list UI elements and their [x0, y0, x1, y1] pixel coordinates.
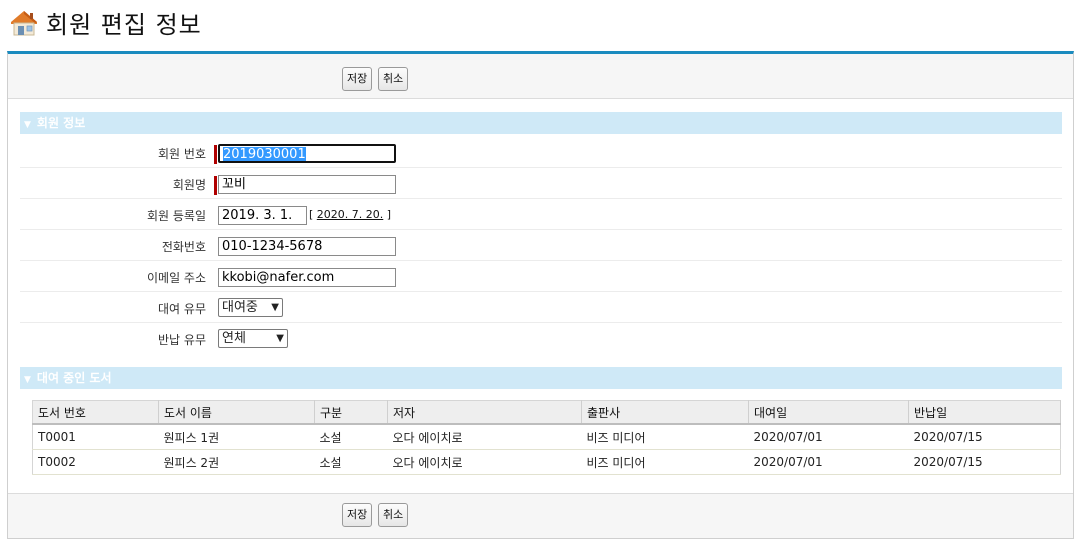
return-select[interactable]: 연체 ▼ [218, 329, 288, 348]
save-button[interactable]: 저장 [342, 503, 373, 527]
name-row: 회원명 꼬비 [20, 168, 1062, 199]
reg-date-input[interactable]: 2019. 3. 1. [218, 206, 307, 225]
house-icon [11, 11, 37, 36]
column-header[interactable]: 도서 번호 [32, 400, 159, 425]
reg-date-label: 회원 등록일 [146, 209, 206, 223]
cell-return-date: 2020/07/15 [908, 424, 1061, 450]
collapse-triangle-icon: ▼ [24, 120, 31, 130]
return-label: 반납 유무 [158, 333, 206, 347]
cell-book-name: 원피스 2권 [158, 449, 315, 475]
rented-books-table: 도서 번호 도서 이름 구분 저자 출판사 대여일 반납일 T0001 원피스 … [32, 400, 1061, 475]
cancel-button[interactable]: 취소 [378, 503, 409, 527]
table-header-row: 도서 번호 도서 이름 구분 저자 출판사 대여일 반납일 [32, 400, 1061, 425]
column-header[interactable]: 대여일 [748, 400, 909, 425]
table-row[interactable]: T0001 원피스 1권 소설 오다 에이치로 비즈 미디어 2020/07/0… [32, 424, 1061, 450]
phone-input[interactable]: 010-1234-5678 [218, 237, 396, 256]
member-edit-panel: 저장 취소 ▼ 회원 정보 회원 번호 2019030001 회원명 꼬비 회원 … [7, 51, 1074, 539]
cell-book-name: 원피스 1권 [158, 424, 315, 450]
phone-label: 전화번호 [161, 240, 206, 254]
bracket-open: [ [309, 208, 314, 221]
member-info-section-header[interactable]: ▼ 회원 정보 [20, 112, 1062, 134]
section-title: 대여 중인 도서 [36, 371, 112, 385]
column-header[interactable]: 반납일 [908, 400, 1061, 425]
cell-author: 오다 에이치로 [387, 424, 582, 450]
name-label: 회원명 [172, 178, 206, 192]
chevron-down-icon: ▼ [276, 333, 284, 344]
today-date-text[interactable]: 2020. 7. 20. [317, 208, 383, 221]
cell-book-no: T0002 [32, 449, 159, 475]
chevron-down-icon: ▼ [271, 302, 279, 313]
save-button[interactable]: 저장 [342, 67, 373, 91]
section-title: 회원 정보 [36, 116, 86, 130]
rented-books-section-header[interactable]: ▼ 대여 중인 도서 [20, 367, 1062, 389]
page-title: 회원 편집 정보 [46, 10, 202, 39]
name-input[interactable]: 꼬비 [218, 175, 396, 194]
return-value: 연체 [222, 331, 246, 346]
column-header[interactable]: 저자 [387, 400, 582, 425]
member-no-row: 회원 번호 2019030001 [20, 137, 1062, 168]
required-marker [214, 145, 217, 164]
email-row: 이메일 주소 kkobi@nafer.com [20, 261, 1062, 292]
table-row[interactable]: T0002 원피스 2권 소설 오다 에이치로 비즈 미디어 2020/07/0… [32, 449, 1061, 475]
cell-publisher: 비즈 미디어 [581, 424, 749, 450]
email-input[interactable]: kkobi@nafer.com [218, 268, 396, 287]
bottom-toolbar: 저장 취소 [8, 493, 1073, 538]
cancel-button[interactable]: 취소 [378, 67, 409, 91]
top-toolbar: 저장 취소 [8, 54, 1073, 99]
cell-category: 소설 [314, 449, 388, 475]
cell-rental-date: 2020/07/01 [748, 424, 909, 450]
cell-publisher: 비즈 미디어 [581, 449, 749, 475]
member-no-input[interactable]: 2019030001 [218, 144, 396, 163]
collapse-triangle-icon: ▼ [24, 375, 31, 385]
reg-date-row: 회원 등록일 2019. 3. 1. [ 2020. 7. 20. ] [20, 199, 1062, 230]
column-header[interactable]: 출판사 [581, 400, 749, 425]
required-marker [214, 176, 217, 195]
today-date-link[interactable]: [ 2020. 7. 20. ] [309, 208, 391, 221]
phone-row: 전화번호 010-1234-5678 [20, 230, 1062, 261]
rental-row: 대여 유무 대여중 ▼ [20, 292, 1062, 323]
return-row: 반납 유무 연체 ▼ [20, 323, 1062, 354]
column-header[interactable]: 구분 [314, 400, 388, 425]
cell-book-no: T0001 [32, 424, 159, 450]
member-no-label: 회원 번호 [158, 147, 206, 161]
rental-select[interactable]: 대여중 ▼ [218, 298, 283, 317]
email-label: 이메일 주소 [146, 271, 206, 285]
cell-author: 오다 에이치로 [387, 449, 582, 475]
column-header[interactable]: 도서 이름 [158, 400, 315, 425]
rental-label: 대여 유무 [158, 302, 206, 316]
bracket-close: ] [386, 208, 392, 221]
page-header: 회원 편집 정보 [8, 2, 202, 42]
cell-category: 소설 [314, 424, 388, 450]
cell-return-date: 2020/07/15 [908, 449, 1061, 475]
cell-rental-date: 2020/07/01 [748, 449, 909, 475]
rental-value: 대여중 [222, 300, 258, 315]
member-no-value: 2019030001 [223, 147, 306, 162]
